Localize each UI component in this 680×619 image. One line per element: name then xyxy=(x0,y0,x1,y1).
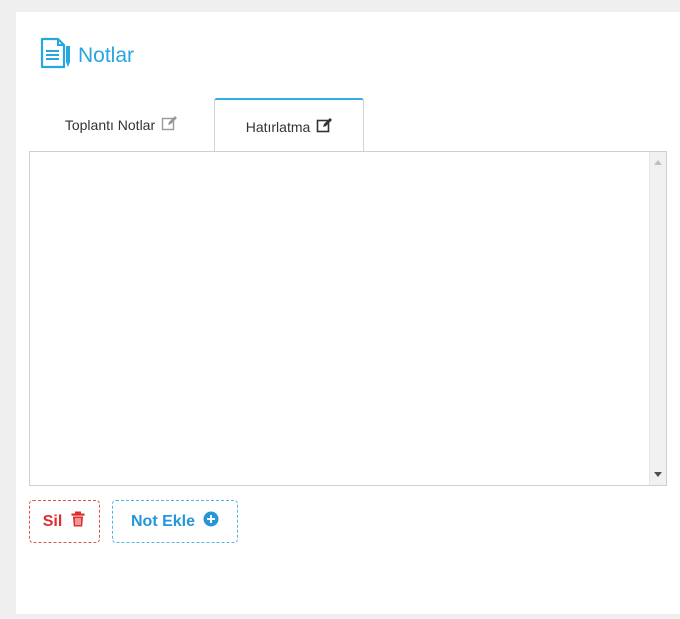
tab-reminder[interactable]: Hatırlatma xyxy=(214,98,364,153)
scroll-up-arrow-icon[interactable] xyxy=(654,160,662,165)
add-note-button-label: Not Ekle xyxy=(130,512,195,530)
trash-icon xyxy=(70,511,86,532)
page-title: Notlar xyxy=(78,43,135,67)
tab-label: Hatırlatma xyxy=(245,118,311,135)
plus-circle-icon xyxy=(203,511,219,532)
tab-label: Toplantı Notlar xyxy=(64,116,156,133)
notes-icon xyxy=(38,36,78,75)
edit-icon xyxy=(161,115,178,134)
note-editor xyxy=(29,151,667,486)
scrollbar[interactable] xyxy=(649,152,666,485)
notes-panel: Notlar Toplantı Notlar Hatırlatma Sil No… xyxy=(16,12,680,614)
panel-header: Notlar xyxy=(38,36,134,75)
scroll-down-arrow-icon[interactable] xyxy=(654,472,662,477)
tab-meeting-notes[interactable]: Toplantı Notlar xyxy=(30,98,212,151)
note-textarea[interactable] xyxy=(30,152,649,485)
add-note-button[interactable]: Not Ekle xyxy=(112,500,238,543)
delete-button[interactable]: Sil xyxy=(29,500,100,543)
edit-icon xyxy=(316,117,333,136)
delete-button-label: Sil xyxy=(42,512,63,530)
tab-bar: Toplantı Notlar Hatırlatma xyxy=(30,98,666,153)
